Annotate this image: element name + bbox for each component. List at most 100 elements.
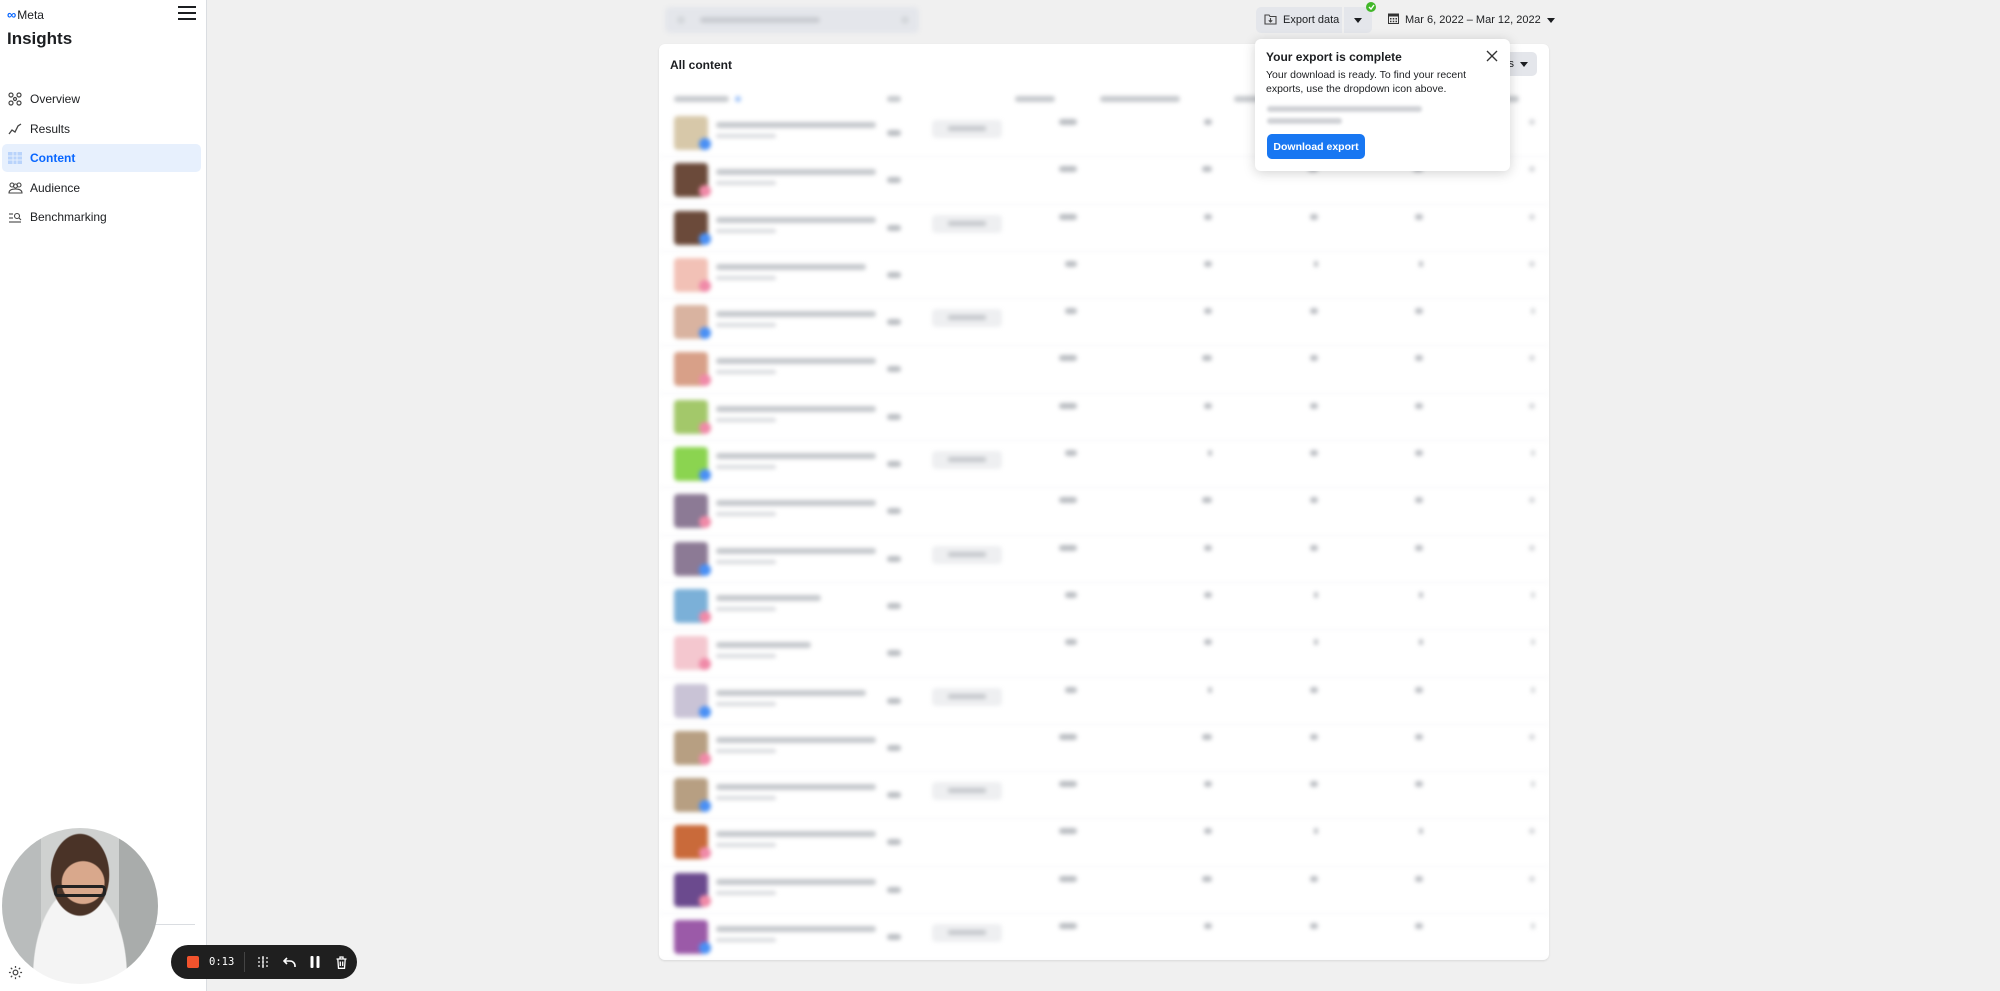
metric-value-blurred bbox=[1529, 166, 1535, 173]
metric-value-blurred bbox=[1059, 781, 1077, 788]
metric-value-blurred bbox=[1310, 450, 1318, 457]
sidebar-item-benchmarking[interactable]: Benchmarking bbox=[2, 203, 201, 231]
export-file-meta-blurred bbox=[1267, 118, 1342, 124]
metric-value-blurred bbox=[1204, 402, 1212, 409]
overview-network-icon bbox=[7, 91, 23, 107]
sort-icon[interactable] bbox=[735, 96, 741, 102]
hamburger-icon bbox=[178, 6, 196, 8]
undo-icon[interactable] bbox=[281, 954, 297, 970]
boost-button-blurred[interactable] bbox=[932, 687, 1002, 706]
boost-button-blurred[interactable] bbox=[932, 451, 1002, 470]
table-row[interactable] bbox=[659, 346, 1549, 394]
meta-infinity-icon: ∞ bbox=[7, 7, 16, 22]
table-row[interactable] bbox=[659, 441, 1549, 489]
table-row[interactable] bbox=[659, 678, 1549, 725]
metric-value-blurred bbox=[1529, 402, 1535, 409]
search-input[interactable] bbox=[665, 7, 919, 33]
pause-icon[interactable] bbox=[307, 954, 323, 970]
metric-value-blurred bbox=[1415, 781, 1423, 788]
metric-value-blurred bbox=[1202, 497, 1212, 504]
metric-value-blurred bbox=[1059, 213, 1077, 220]
date-range-label: Mar 6, 2022 – Mar 12, 2022 bbox=[1405, 14, 1541, 26]
post-title-blurred bbox=[716, 736, 876, 743]
metric-value-blurred bbox=[1204, 260, 1212, 267]
instagram-platform-icon bbox=[699, 374, 711, 387]
post-date-blurred bbox=[716, 843, 776, 848]
close-icon[interactable] bbox=[1486, 49, 1498, 62]
post-date-blurred bbox=[716, 323, 776, 328]
recording-toolbar: 0:13 bbox=[171, 945, 357, 979]
boost-button-blurred[interactable] bbox=[932, 214, 1002, 233]
trash-icon[interactable] bbox=[333, 954, 349, 970]
date-range-picker[interactable]: Mar 6, 2022 – Mar 12, 2022 bbox=[1382, 7, 1561, 33]
card-title: All content bbox=[670, 58, 732, 72]
stop-recording-button[interactable] bbox=[187, 956, 199, 968]
content-table-body bbox=[659, 110, 1549, 960]
metric-value-blurred bbox=[1529, 828, 1535, 835]
webcam-bubble[interactable] bbox=[2, 828, 158, 984]
boost-button-blurred[interactable] bbox=[932, 309, 1002, 328]
column-header[interactable] bbox=[674, 96, 729, 102]
hamburger-menu-button[interactable] bbox=[178, 6, 196, 22]
post-date-blurred bbox=[716, 465, 776, 470]
table-row[interactable] bbox=[659, 819, 1549, 867]
column-header[interactable] bbox=[1015, 96, 1055, 102]
post-type-blurred bbox=[887, 508, 901, 515]
column-header[interactable] bbox=[1100, 96, 1180, 102]
post-title-blurred bbox=[716, 500, 876, 507]
post-title-blurred bbox=[716, 263, 866, 270]
table-row[interactable] bbox=[659, 536, 1549, 583]
export-data-button[interactable]: Export data bbox=[1256, 7, 1342, 33]
table-row[interactable] bbox=[659, 394, 1549, 442]
column-header[interactable] bbox=[887, 96, 901, 102]
boost-button-blurred[interactable] bbox=[932, 545, 1002, 564]
sidebar-item-audience[interactable]: Audience bbox=[2, 174, 201, 202]
metric-value-blurred bbox=[1059, 544, 1077, 551]
boost-button-blurred[interactable] bbox=[932, 924, 1002, 943]
post-type-blurred bbox=[887, 555, 901, 562]
download-export-button[interactable]: Download export bbox=[1267, 134, 1365, 159]
table-row[interactable] bbox=[659, 252, 1549, 300]
table-row[interactable] bbox=[659, 583, 1549, 631]
metric-value-blurred bbox=[1310, 923, 1318, 930]
instagram-platform-icon bbox=[699, 847, 711, 860]
metric-value-blurred bbox=[1202, 733, 1212, 740]
post-type-blurred bbox=[887, 934, 901, 941]
metric-value-blurred bbox=[1204, 591, 1212, 598]
table-row[interactable] bbox=[659, 488, 1549, 536]
sidebar-item-label: Results bbox=[30, 121, 71, 136]
boost-button-blurred[interactable] bbox=[932, 120, 1002, 138]
table-row[interactable] bbox=[659, 299, 1549, 347]
meta-logo[interactable]: ∞ Meta bbox=[7, 7, 44, 22]
post-date-blurred bbox=[716, 512, 776, 517]
table-row[interactable] bbox=[659, 205, 1549, 252]
post-title-blurred bbox=[716, 547, 876, 554]
webcam-video bbox=[54, 885, 106, 897]
sidebar-item-results[interactable]: Results bbox=[2, 115, 201, 143]
facebook-platform-icon bbox=[699, 942, 711, 955]
table-row[interactable] bbox=[659, 867, 1549, 915]
calendar-icon bbox=[1388, 13, 1399, 27]
post-type-blurred bbox=[887, 886, 901, 893]
metric-value-blurred bbox=[1202, 166, 1212, 173]
boost-button-blurred[interactable] bbox=[932, 782, 1002, 801]
metric-value-blurred bbox=[1208, 686, 1212, 693]
table-row[interactable] bbox=[659, 725, 1549, 773]
post-type-blurred bbox=[887, 839, 901, 846]
gear-icon[interactable] bbox=[8, 965, 24, 981]
sidebar-item-content[interactable]: Content bbox=[2, 144, 201, 172]
post-date-blurred bbox=[716, 654, 776, 659]
post-type-blurred bbox=[887, 602, 901, 609]
table-row[interactable] bbox=[659, 914, 1549, 960]
table-row[interactable] bbox=[659, 772, 1549, 820]
meta-logo-text: Meta bbox=[17, 7, 44, 22]
clear-icon[interactable] bbox=[901, 16, 909, 24]
grid-icon[interactable] bbox=[255, 954, 271, 970]
post-title-blurred bbox=[716, 358, 876, 365]
sidebar-item-overview[interactable]: Overview bbox=[2, 85, 201, 113]
caret-down-icon bbox=[1520, 61, 1528, 67]
metric-value-blurred bbox=[1059, 828, 1077, 835]
table-row[interactable] bbox=[659, 630, 1549, 678]
facebook-platform-icon bbox=[699, 469, 711, 482]
post-type-blurred bbox=[887, 697, 901, 704]
